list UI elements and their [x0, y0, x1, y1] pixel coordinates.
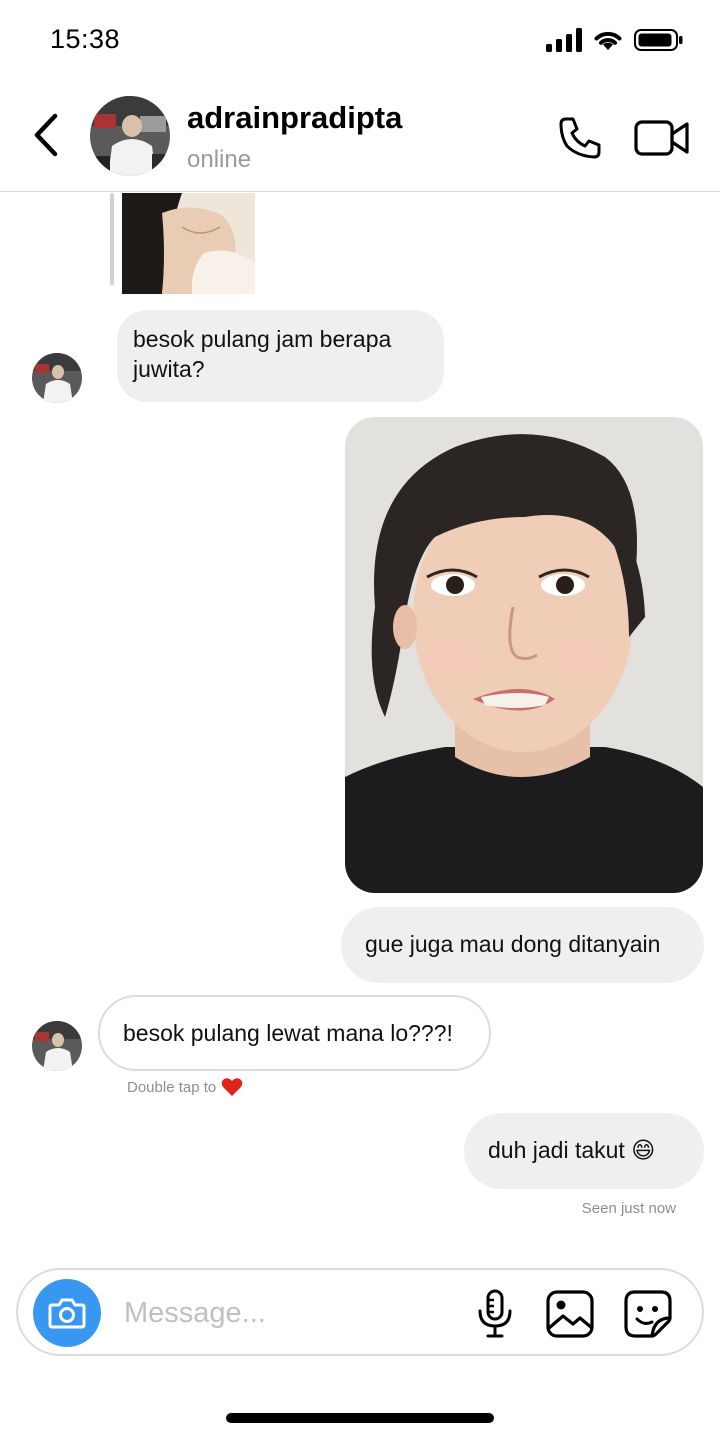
message-bubble-outgoing[interactable]: gue juga mau dong ditanyain [341, 907, 704, 983]
status-time: 15:38 [50, 24, 121, 54]
message-bubble-outgoing[interactable]: duh jadi takut 😄 [464, 1113, 704, 1189]
gallery-icon [546, 1290, 594, 1338]
gallery-button[interactable] [544, 1288, 596, 1340]
message-bubble-incoming[interactable]: besok pulang lewat mana lo???! [98, 995, 491, 1071]
back-chevron-icon [34, 113, 58, 157]
microphone-icon [478, 1289, 512, 1338]
message-input[interactable] [124, 1292, 454, 1334]
wifi-icon [594, 31, 622, 50]
status-bar: 15:38 [0, 0, 720, 82]
message-text: gue juga mau dong ditanyain [365, 931, 661, 957]
voice-call-button[interactable] [552, 110, 608, 166]
contact-name[interactable]: adrainpradipta [187, 100, 402, 136]
sticker-icon [624, 1290, 672, 1338]
contact-avatar[interactable] [90, 96, 170, 176]
message-text: duh jadi takut 😄 [488, 1137, 656, 1163]
contact-avatar-small[interactable] [32, 1021, 82, 1071]
voice-message-button[interactable] [472, 1288, 518, 1340]
signal-icon [546, 28, 582, 52]
reply-indicator [110, 193, 114, 285]
message-text: besok pulang jam berapa juwita? [133, 326, 392, 382]
contact-status: online [187, 146, 252, 173]
video-call-button[interactable] [630, 110, 694, 166]
home-indicator[interactable] [226, 1413, 494, 1423]
message-bubble-incoming[interactable]: besok pulang jam berapa juwita? [117, 310, 444, 402]
hint-text: Double tap to [127, 1078, 217, 1096]
message-composer [16, 1268, 704, 1356]
photo-message[interactable] [345, 417, 703, 893]
chat-header: adrainpradipta online [0, 82, 720, 192]
double-tap-hint: Double tap to [127, 1077, 243, 1097]
contact-avatar-small[interactable] [32, 353, 82, 403]
seen-status: Seen just now [581, 1200, 676, 1217]
message-thread[interactable]: besok pulang jam berapa juwita? gue juga… [0, 193, 720, 1263]
status-icons [546, 28, 684, 52]
battery-icon [634, 29, 683, 51]
heart-icon [221, 1078, 243, 1096]
phone-icon [559, 117, 601, 159]
camera-icon [48, 1298, 86, 1329]
video-camera-icon [634, 120, 689, 156]
camera-button[interactable] [33, 1279, 101, 1347]
sticker-button[interactable] [622, 1288, 674, 1340]
replied-photo[interactable] [122, 193, 255, 294]
back-button[interactable] [26, 110, 66, 160]
message-text: besok pulang lewat mana lo???! [123, 1020, 453, 1046]
